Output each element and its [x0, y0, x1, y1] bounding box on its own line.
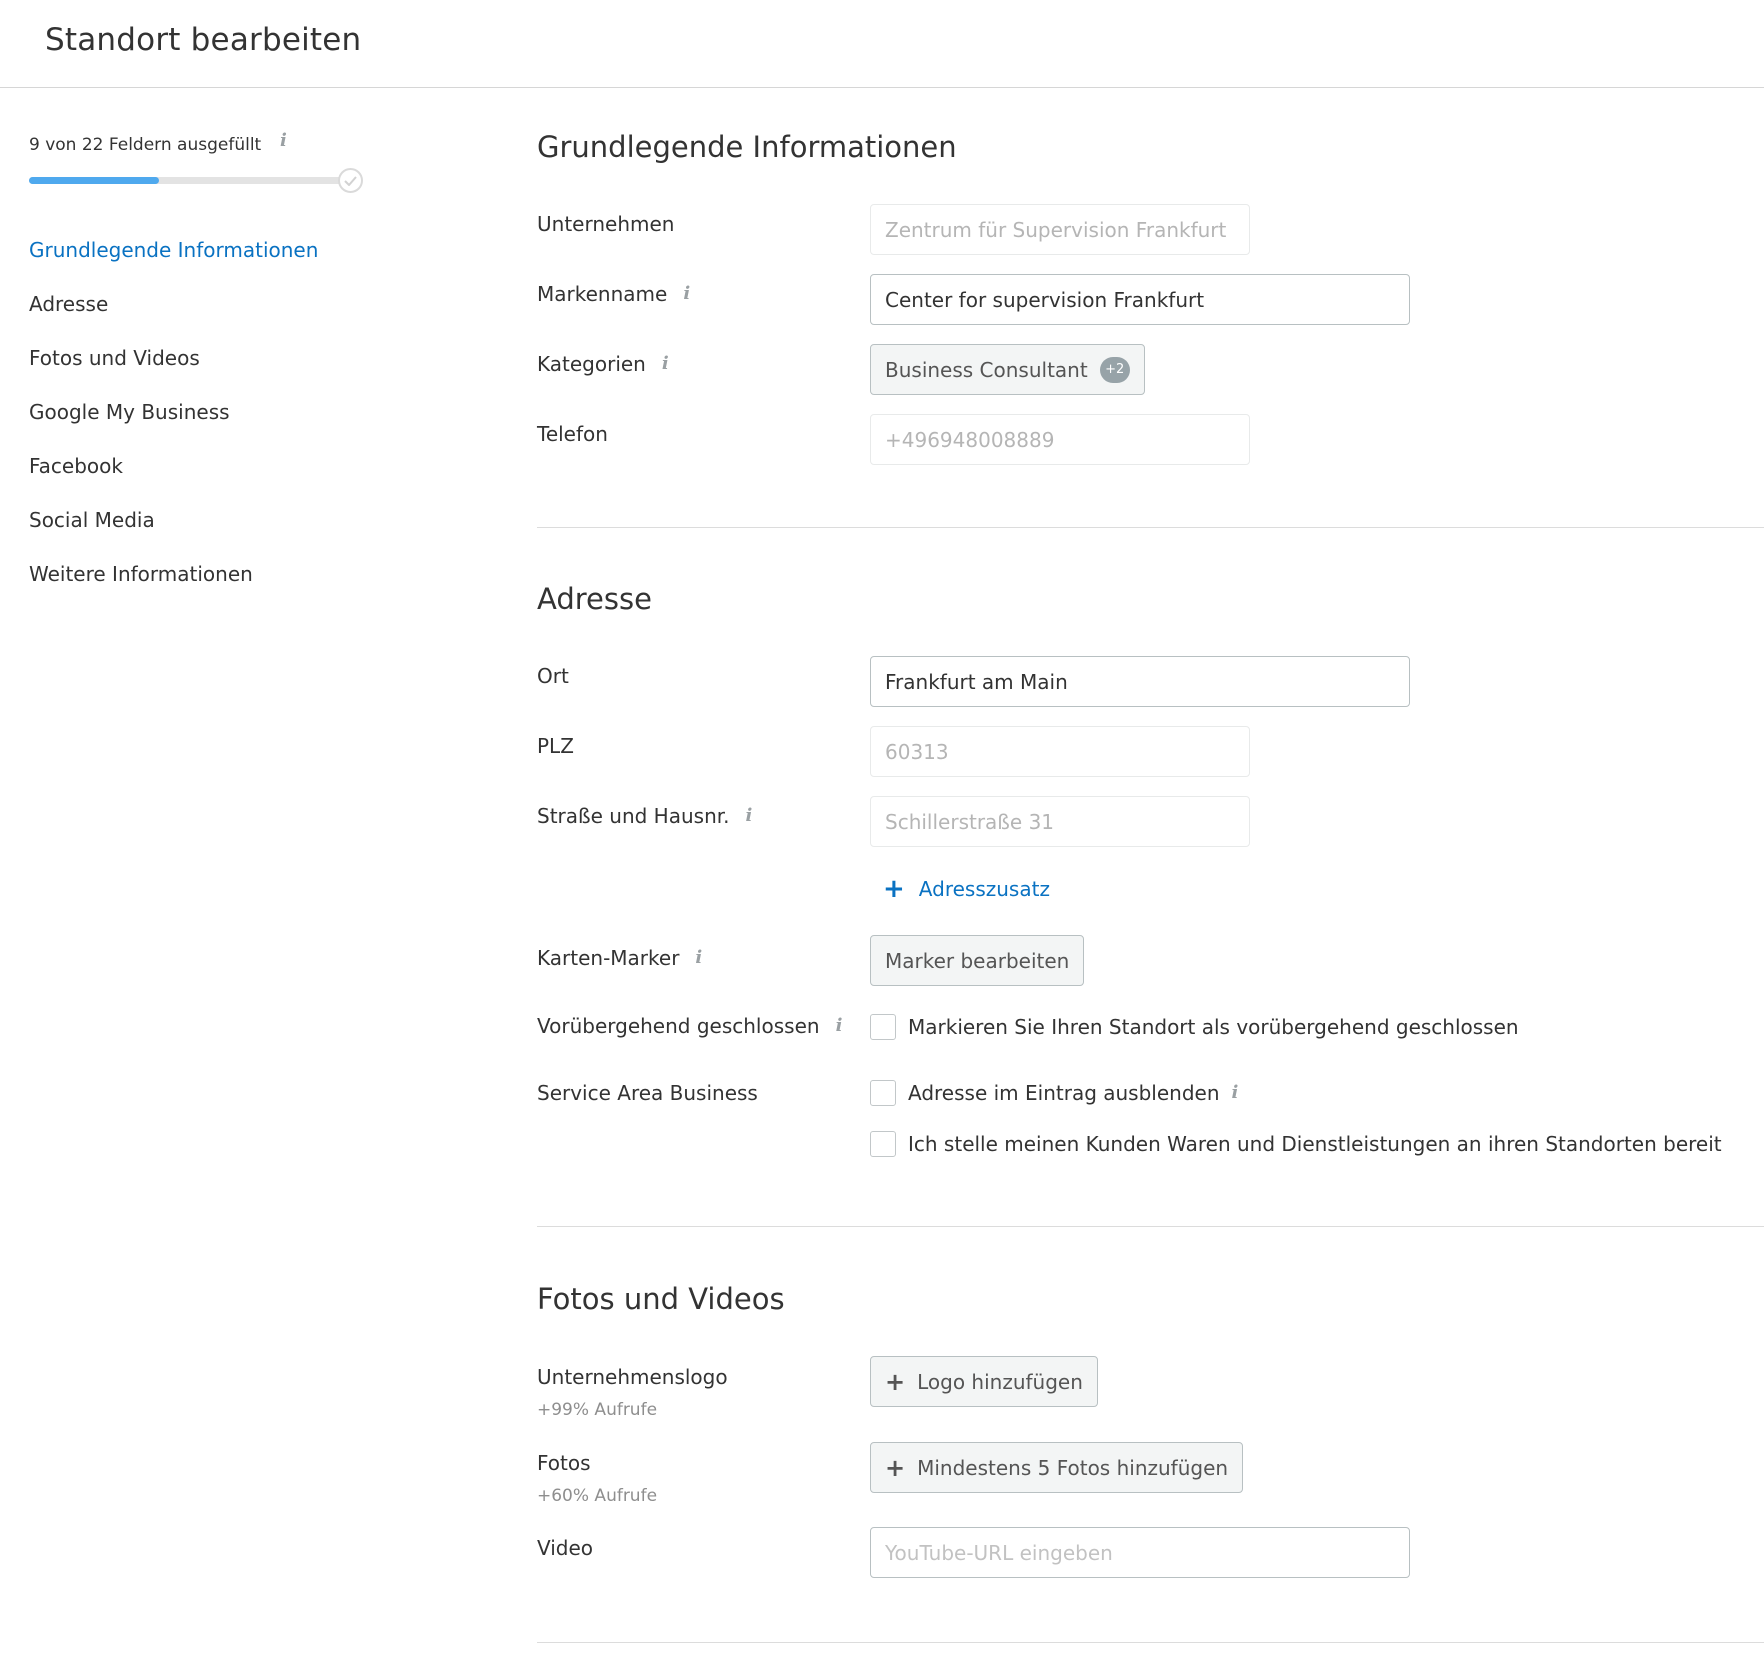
city-label-text: Ort — [537, 664, 569, 688]
sidebar-item-adresse[interactable]: Adresse — [29, 292, 108, 316]
temp-closed-label-text: Vorübergehend geschlossen — [537, 1014, 820, 1038]
company-label: Unternehmen — [537, 212, 674, 236]
add-logo-button[interactable]: + Logo hinzufügen — [870, 1356, 1098, 1407]
sidebar-item-google-my-business[interactable]: Google My Business — [29, 400, 230, 424]
categories-label-text: Kategorien — [537, 352, 646, 376]
city-input[interactable]: Frankfurt am Main — [870, 656, 1410, 707]
deliver-checkbox-label[interactable]: Ich stelle meinen Kunden Waren und Diens… — [908, 1132, 1722, 1156]
info-icon[interactable]: i — [1232, 1084, 1239, 1102]
temp-closed-checkbox[interactable] — [870, 1014, 896, 1040]
section-divider — [537, 527, 1764, 528]
progress-text: 9 von 22 Feldern ausgefüllt — [29, 135, 262, 155]
add-address-addition-label: Adresszusatz — [918, 877, 1050, 901]
phone-field: +496948008889 — [870, 414, 1250, 465]
category-count-badge: +2 — [1099, 356, 1130, 383]
section-divider — [537, 1226, 1764, 1227]
section-title-media: Fotos und Videos — [537, 1282, 785, 1316]
city-label: Ort — [537, 664, 569, 688]
deliver-checkbox[interactable] — [870, 1131, 896, 1157]
add-logo-label: Logo hinzufügen — [917, 1369, 1083, 1394]
marker-label-text: Karten-Marker — [537, 946, 680, 970]
company-field: Zentrum für Supervision Frankfurt — [870, 204, 1250, 255]
sab-label-text: Service Area Business — [537, 1081, 758, 1105]
video-label-text: Video — [537, 1536, 594, 1560]
info-icon[interactable]: i — [662, 355, 669, 373]
sidebar-item-social-media[interactable]: Social Media — [29, 508, 155, 532]
zip-label-text: PLZ — [537, 734, 574, 758]
category-value: Business Consultant — [885, 357, 1088, 382]
section-title-basic: Grundlegende Informationen — [537, 130, 957, 164]
phone-label: Telefon — [537, 422, 608, 446]
company-label-text: Unternehmen — [537, 212, 675, 236]
page-title: Standort bearbeiten — [45, 22, 362, 58]
zip-field: 60313 — [870, 726, 1250, 777]
temp-closed-checkbox-label[interactable]: Markieren Sie Ihren Standort als vorüber… — [908, 1015, 1519, 1039]
progress-fill — [29, 177, 160, 184]
info-icon[interactable]: i — [746, 807, 753, 825]
categories-label: Kategorien i — [537, 352, 669, 376]
plus-icon: + — [885, 1367, 906, 1396]
marker-label: Karten-Marker i — [537, 946, 702, 970]
sab-label: Service Area Business — [537, 1081, 758, 1105]
deliver-option: Ich stelle meinen Kunden Waren und Diens… — [870, 1131, 1722, 1157]
hide-address-option: Adresse im Eintrag ausblenden i — [870, 1080, 1238, 1106]
info-icon[interactable]: i — [280, 132, 287, 150]
photos-label: Fotos — [537, 1451, 591, 1475]
zip-label: PLZ — [537, 734, 574, 758]
progress-bar — [29, 177, 347, 184]
brand-name-input[interactable]: Center for supervision Frankfurt — [870, 274, 1410, 325]
edit-marker-button[interactable]: Marker bearbeiten — [870, 935, 1085, 986]
logo-views-hint: +99% Aufrufe — [537, 1400, 658, 1420]
street-label-text: Straße und Hausnr. — [537, 804, 730, 828]
brand-label-text: Markenname — [537, 282, 668, 306]
hide-address-checkbox[interactable] — [870, 1080, 896, 1106]
info-icon[interactable]: i — [836, 1017, 843, 1035]
photos-label-text: Fotos — [537, 1451, 591, 1475]
progress-complete-check-icon — [338, 168, 363, 193]
sidebar-item-fotos-und-videos[interactable]: Fotos und Videos — [29, 346, 200, 370]
section-divider — [537, 1642, 1764, 1643]
section-title-address: Adresse — [537, 582, 652, 616]
info-icon[interactable]: i — [695, 949, 702, 967]
brand-label: Markenname i — [537, 282, 690, 306]
add-photos-button[interactable]: + Mindestens 5 Fotos hinzufügen — [870, 1442, 1244, 1493]
logo-label-text: Unternehmenslogo — [537, 1365, 728, 1389]
temp-closed-label: Vorübergehend geschlossen i — [537, 1014, 842, 1038]
temp-closed-option: Markieren Sie Ihren Standort als vorüber… — [870, 1014, 1519, 1040]
info-icon[interactable]: i — [683, 285, 690, 303]
street-field: Schillerstraße 31 — [870, 796, 1250, 847]
logo-label: Unternehmenslogo — [537, 1365, 728, 1389]
sidebar-item-weitere-informationen[interactable]: Weitere Informationen — [29, 562, 253, 586]
add-address-addition-link[interactable]: + Adresszusatz — [883, 876, 1050, 902]
plus-icon: + — [885, 1453, 906, 1482]
sidebar-item-facebook[interactable]: Facebook — [29, 454, 123, 478]
add-photos-label: Mindestens 5 Fotos hinzufügen — [917, 1455, 1229, 1480]
photos-views-hint: +60% Aufrufe — [537, 1486, 658, 1506]
sidebar-item-grundlegende-informationen[interactable]: Grundlegende Informationen — [29, 238, 318, 262]
categories-select[interactable]: Business Consultant +2 — [870, 344, 1145, 395]
header-divider — [0, 87, 1764, 88]
plus-icon: + — [883, 874, 905, 904]
video-url-input[interactable]: YouTube-URL eingeben — [870, 1527, 1410, 1578]
hide-address-checkbox-label[interactable]: Adresse im Eintrag ausblenden — [908, 1081, 1220, 1105]
video-label: Video — [537, 1536, 593, 1560]
street-label: Straße und Hausnr. i — [537, 804, 752, 828]
phone-label-text: Telefon — [537, 422, 608, 446]
